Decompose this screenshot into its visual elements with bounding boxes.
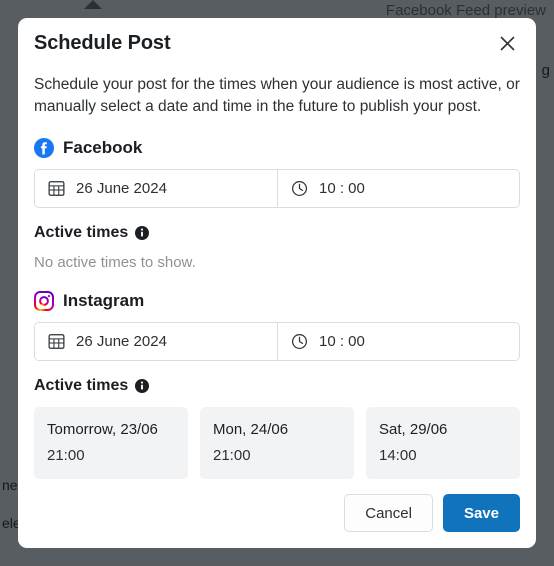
network-header-instagram: Instagram — [34, 291, 520, 311]
active-times-label-instagram: Active times — [34, 377, 129, 394]
calendar-icon — [48, 333, 65, 350]
list-item[interactable]: Sat, 29/06 14:00 — [366, 407, 520, 479]
list-item[interactable]: Mon, 24/06 21:00 — [200, 407, 354, 479]
clock-icon — [291, 333, 308, 350]
date-value-instagram: 26 June 2024 — [76, 333, 167, 350]
active-time-hour: 21:00 — [213, 447, 251, 464]
background-clipped-text-3: g — [541, 62, 550, 79]
active-time-date: Mon, 24/06 — [213, 421, 289, 438]
dialog-header: Schedule Post — [34, 18, 520, 60]
save-button[interactable]: Save — [442, 494, 520, 532]
close-button[interactable] — [492, 28, 522, 58]
active-time-hour: 14:00 — [379, 447, 417, 464]
time-value-instagram: 10 : 00 — [319, 333, 365, 350]
network-section-facebook: Facebook 26 June 2024 10: 00 Active tim… — [34, 138, 520, 271]
schedule-inputs-facebook: 26 June 2024 10 : 00 — [34, 169, 520, 208]
active-time-date: Sat, 29/06 — [379, 421, 448, 438]
schedule-inputs-instagram: 26 June 2024 10 : 00 — [34, 322, 520, 361]
active-times-list: Tomorrow, 23/06 21:00 Mon, 24/06 21:00 S… — [34, 407, 520, 479]
info-icon[interactable] — [135, 379, 150, 393]
background-clipped-text-1: ne — [2, 477, 18, 493]
active-times-label-facebook: Active times — [34, 224, 129, 241]
date-value-facebook: 26 June 2024 — [76, 180, 167, 197]
active-times-header-instagram: Active times — [34, 377, 520, 395]
clock-icon — [291, 180, 308, 197]
instagram-icon — [34, 291, 54, 311]
time-value-facebook: 10 : 00 — [319, 180, 365, 197]
date-input-instagram[interactable]: 26 June 2024 — [35, 323, 277, 360]
network-section-instagram: Instagram 26 June 2024 10: 00 Active ti… — [34, 291, 520, 479]
network-name-facebook: Facebook — [63, 138, 143, 157]
time-input-facebook[interactable]: 10 : 00 — [277, 170, 519, 207]
close-icon — [500, 36, 515, 51]
info-icon[interactable] — [135, 226, 150, 240]
active-time-hour: 21:00 — [47, 447, 85, 464]
schedule-post-dialog: Schedule Post Schedule your post for the… — [18, 18, 536, 548]
time-input-instagram[interactable]: 10 : 00 — [277, 323, 519, 360]
active-time-date: Tomorrow, 23/06 — [47, 421, 158, 438]
no-active-times-message: No active times to show. — [34, 254, 196, 271]
network-header-facebook: Facebook — [34, 138, 520, 158]
background-preview-label: Facebook Feed preview — [385, 2, 546, 19]
calendar-icon — [48, 180, 65, 197]
list-item[interactable]: Tomorrow, 23/06 21:00 — [34, 407, 188, 479]
background-caret-icon — [84, 0, 102, 9]
active-times-header-facebook: Active times — [34, 224, 520, 242]
network-name-instagram: Instagram — [63, 291, 145, 310]
facebook-icon — [34, 138, 54, 158]
dialog-footer: Cancel Save — [34, 494, 520, 532]
dialog-description: Schedule your post for the times when yo… — [34, 76, 520, 115]
cancel-button[interactable]: Cancel — [344, 494, 433, 532]
page-title: Schedule Post — [34, 32, 171, 54]
date-input-facebook[interactable]: 26 June 2024 — [35, 170, 277, 207]
